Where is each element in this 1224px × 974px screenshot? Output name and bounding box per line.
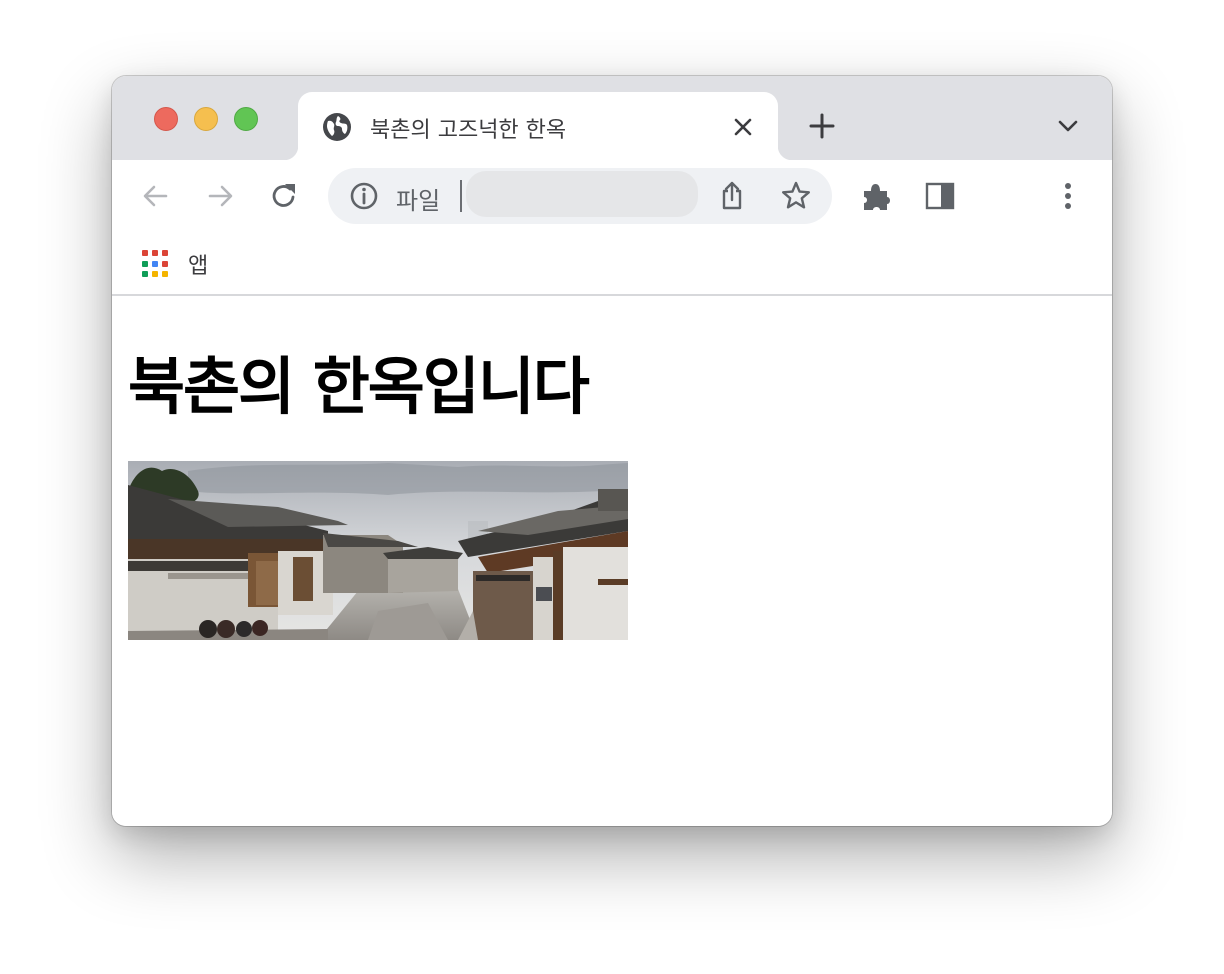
apps-dot <box>152 260 158 267</box>
page-content: 북촌의 한옥입니다 <box>112 298 1112 826</box>
more-vertical-icon[interactable] <box>1052 180 1084 212</box>
tab-title: 북촌의 고즈넉한 한옥 <box>370 118 567 143</box>
minimize-window-button[interactable] <box>194 107 218 131</box>
apps-dot <box>162 260 168 267</box>
apps-dot <box>142 260 148 267</box>
address-bar[interactable]: 파일 <box>328 168 832 224</box>
apps-dot <box>152 250 158 256</box>
bookmarks-bar: 앱 <box>112 232 1112 296</box>
omnibox-divider <box>460 180 462 212</box>
zoom-window-button[interactable] <box>234 107 258 131</box>
url-input[interactable] <box>466 171 698 217</box>
tab-active[interactable]: 북촌의 고즈넉한 한옥 <box>284 92 792 160</box>
bookmark-apps[interactable]: 앱 <box>142 244 208 284</box>
close-window-button[interactable] <box>154 107 178 131</box>
apps-grid-icon <box>142 250 170 278</box>
arrow-left-icon[interactable] <box>140 180 172 212</box>
apps-dot <box>162 250 168 256</box>
hanok-village-illustration <box>128 461 628 640</box>
globe-icon <box>323 113 351 141</box>
share-icon[interactable] <box>716 180 748 212</box>
close-tab-icon[interactable] <box>732 116 754 138</box>
toolbar: 파일 <box>112 160 1112 232</box>
side-panel-icon[interactable] <box>924 180 956 212</box>
scheme-label: 파일 <box>396 187 441 215</box>
puzzle-icon[interactable] <box>860 180 892 212</box>
hanok-village-image <box>128 461 628 640</box>
arrow-right-icon[interactable] <box>204 180 236 212</box>
reload-icon[interactable] <box>268 180 300 212</box>
chevron-down-icon[interactable] <box>1056 116 1080 136</box>
star-icon[interactable] <box>780 180 812 212</box>
new-tab-icon[interactable] <box>808 112 836 140</box>
apps-dot <box>142 250 148 256</box>
tab-strip: 북촌의 고즈넉한 한옥 <box>112 76 1112 160</box>
info-icon[interactable] <box>348 180 380 212</box>
apps-dot <box>142 271 148 278</box>
page-heading: 북촌의 한옥입니다 <box>128 350 590 423</box>
browser-window: 북촌의 고즈넉한 한옥 파일 앱 북촌의 한옥입니다 <box>112 76 1112 826</box>
apps-dot <box>162 271 168 278</box>
bookmark-apps-label: 앱 <box>188 254 209 279</box>
apps-dot <box>152 271 158 278</box>
